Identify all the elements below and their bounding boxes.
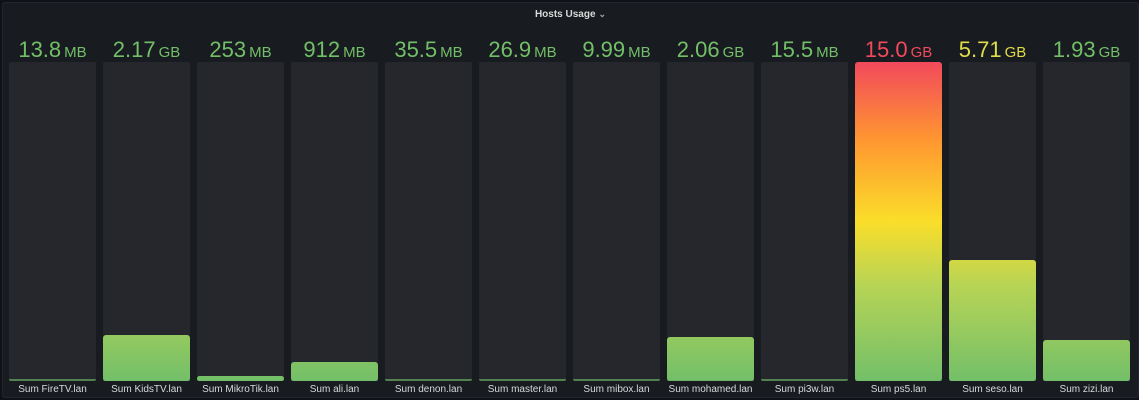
bar-gauge: 13.8 MB Sum FireTV.lan xyxy=(9,33,96,399)
value-number: 253 xyxy=(209,37,247,62)
value-number: 15.5 xyxy=(770,37,814,62)
bar-label: Sum denon.lan xyxy=(394,384,463,395)
value-number: 15.0 xyxy=(864,37,908,62)
bar-gauge: 9.99 MB Sum mibox.lan xyxy=(573,33,660,399)
value-unit: GB xyxy=(1098,44,1121,61)
bar-label: Sum zizi.lan xyxy=(1059,384,1114,395)
chevron-down-icon: ⌄ xyxy=(598,9,607,19)
bar-gauge: 253 MB Sum MikroTik.lan xyxy=(197,33,284,399)
bar-fill xyxy=(197,375,284,381)
bar-label: Sum ps5.lan xyxy=(870,384,927,395)
bar-value: 5.71 GB xyxy=(949,37,1036,63)
bar-value: 15.5 MB xyxy=(761,37,848,63)
bar-fill xyxy=(855,62,942,381)
bar-track xyxy=(1043,62,1130,381)
bar-gauge: 15.0 GB Sum ps5.lan xyxy=(855,33,942,399)
bar-fill xyxy=(949,259,1036,381)
bar-baseline xyxy=(385,379,472,381)
bar-label: Sum seso.lan xyxy=(962,384,1023,395)
bar-gauge: 15.5 MB Sum pi3w.lan xyxy=(761,33,848,399)
bar-track xyxy=(197,62,284,381)
bar-label: Sum MikroTik.lan xyxy=(202,384,279,395)
bar-value: 35.5 MB xyxy=(385,37,472,63)
value-unit: MB xyxy=(440,44,463,61)
bar-track xyxy=(667,62,754,381)
bar-gauge: 2.06 GB Sum mohamed.lan xyxy=(667,33,754,399)
bar-gauge: 5.71 GB Sum seso.lan xyxy=(949,33,1036,399)
bar-track xyxy=(949,62,1036,381)
bar-baseline xyxy=(573,379,660,381)
bar-track xyxy=(761,62,848,381)
value-unit: MB xyxy=(343,44,366,61)
bar-baseline xyxy=(761,379,848,381)
value-unit: GB xyxy=(910,44,933,61)
bar-baseline xyxy=(479,379,566,381)
value-unit: MB xyxy=(534,44,557,61)
bar-gauge: 2.17 GB Sum KidsTV.lan xyxy=(103,33,190,399)
bar-value: 26.9 MB xyxy=(479,37,566,63)
bar-gauge: 912 MB Sum ali.lan xyxy=(291,33,378,399)
bar-label: Sum mohamed.lan xyxy=(668,384,753,395)
hosts-usage-panel: Hosts Usage ⌄ 13.8 MB Sum FireTV.lan 2.17 G… xyxy=(2,2,1139,398)
bar-fill xyxy=(291,361,378,381)
bar-value: 2.17 GB xyxy=(103,37,190,63)
bar-track xyxy=(855,62,942,381)
panel-title-text: Hosts Usage xyxy=(534,9,596,20)
value-number: 5.71 xyxy=(958,37,1002,62)
value-number: 1.93 xyxy=(1052,37,1096,62)
bar-label: Sum pi3w.lan xyxy=(774,384,835,395)
bar-baseline xyxy=(9,379,96,381)
bar-gauge: 1.93 GB Sum zizi.lan xyxy=(1043,33,1130,399)
bar-gauge: 26.9 MB Sum master.lan xyxy=(479,33,566,399)
value-unit: MB xyxy=(816,44,839,61)
bar-value: 2.06 GB xyxy=(667,37,754,63)
value-number: 2.06 xyxy=(676,37,720,62)
bar-label: Sum master.lan xyxy=(487,384,558,395)
bar-fill xyxy=(103,334,190,381)
value-number: 912 xyxy=(303,37,341,62)
value-unit: MB xyxy=(64,44,87,61)
bar-value: 9.99 MB xyxy=(573,37,660,63)
panel-title[interactable]: Hosts Usage ⌄ xyxy=(3,9,1138,20)
bar-label: Sum KidsTV.lan xyxy=(111,384,182,395)
bar-track xyxy=(291,62,378,381)
value-unit: GB xyxy=(722,44,745,61)
bar-track xyxy=(479,62,566,381)
value-number: 13.8 xyxy=(18,37,62,62)
bar-value: 13.8 MB xyxy=(9,37,96,63)
bar-label: Sum FireTV.lan xyxy=(18,384,87,395)
bar-value: 15.0 GB xyxy=(855,37,942,63)
value-unit: GB xyxy=(1004,44,1027,61)
bar-fill xyxy=(1043,339,1130,381)
bar-label: Sum ali.lan xyxy=(309,384,360,395)
bar-track xyxy=(573,62,660,381)
bar-value: 253 MB xyxy=(197,37,284,63)
value-unit: GB xyxy=(158,44,181,61)
bar-value: 1.93 GB xyxy=(1043,37,1130,63)
bar-track xyxy=(103,62,190,381)
bar-label: Sum mibox.lan xyxy=(583,384,650,395)
value-number: 35.5 xyxy=(394,37,438,62)
value-number: 2.17 xyxy=(112,37,156,62)
bar-value: 912 MB xyxy=(291,37,378,63)
bar-track xyxy=(385,62,472,381)
value-number: 9.99 xyxy=(582,37,626,62)
bar-track xyxy=(9,62,96,381)
bar-gauge: 35.5 MB Sum denon.lan xyxy=(385,33,472,399)
bar-fill xyxy=(667,337,754,381)
value-unit: MB xyxy=(249,44,272,61)
value-number: 26.9 xyxy=(488,37,532,62)
value-unit: MB xyxy=(628,44,651,61)
